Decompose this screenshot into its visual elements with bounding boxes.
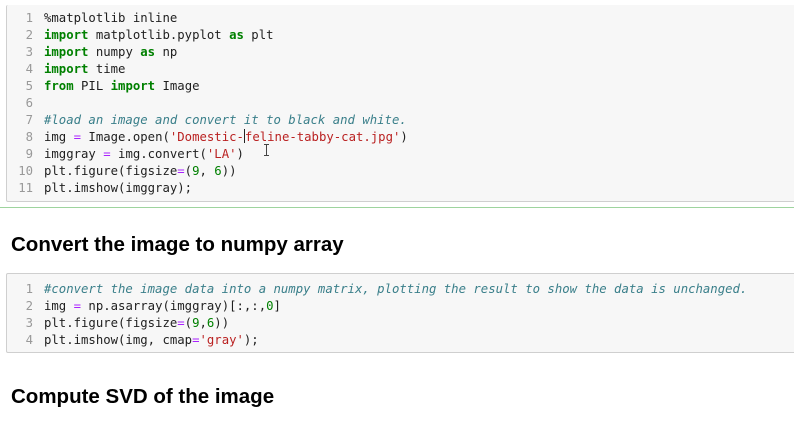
- code-token-str: 'gray': [199, 333, 244, 347]
- code-token-txt: numpy: [88, 45, 141, 59]
- code-token-kw: as: [229, 28, 244, 42]
- code-cell-numpy-array[interactable]: 1 #convert the image data into a numpy ma…: [6, 273, 794, 353]
- code-token-txt: ): [236, 147, 244, 161]
- code-token-kw: from: [44, 79, 74, 93]
- code-token-txt: plt.imshow(img, cmap: [44, 333, 193, 347]
- line-number: 10: [18, 164, 33, 178]
- code-token-txt: (: [184, 164, 193, 178]
- code-token-op: =: [177, 164, 185, 178]
- code-token-txt: ,: [199, 316, 207, 330]
- code-token-txt: time: [88, 62, 126, 76]
- code-token-txt: img.convert(: [110, 147, 207, 161]
- code-line[interactable]: 3 plt.figure(figsize=(9,6)): [7, 315, 230, 332]
- code-line[interactable]: 11 plt.imshow(imggray);: [7, 180, 192, 197]
- code-line[interactable]: 2 import matplotlib.pyplot as plt: [7, 27, 274, 44]
- code-cell-load-image[interactable]: 1 %matplotlib inline 2 import matplotlib.py…: [6, 5, 794, 202]
- line-number: 1: [25, 282, 33, 296]
- line-number: 8: [25, 130, 33, 144]
- code-line[interactable]: 1 #convert the image data into a numpy ma…: [7, 281, 748, 298]
- code-token-kw: import: [110, 79, 156, 93]
- code-token-kw: import: [44, 28, 89, 42]
- code-token-op: =: [73, 299, 82, 313]
- code-token-str: 'LA': [206, 147, 237, 161]
- text-cursor-ibeam-icon: [263, 144, 270, 156]
- line-number: 3: [25, 45, 33, 59]
- code-line[interactable]: 9 imggray = img.convert('LA'): [7, 146, 244, 163]
- code-token-txt: )): [214, 316, 230, 330]
- code-line[interactable]: 10 plt.figure(figsize=(9, 6)): [7, 163, 237, 180]
- code-token-txt: np: [155, 45, 178, 59]
- line-number: 9: [25, 147, 33, 161]
- code-token-txt: plt.figure(figsize: [44, 316, 178, 330]
- code-line[interactable]: 6: [7, 95, 44, 112]
- code-token-txt: plt: [243, 28, 274, 42]
- code-token-txt: np.asarray(imggray)[:,:,: [81, 299, 267, 313]
- code-line[interactable]: 4 import time: [7, 61, 126, 78]
- code-token-magic: %matplotlib inline: [44, 11, 178, 25]
- code-token-txt: img: [44, 299, 74, 313]
- markdown-heading-convert-to-numpy: Convert the image to numpy array: [11, 233, 344, 256]
- code-token-txt: )): [221, 164, 237, 178]
- selected-cell-divider: [0, 207, 794, 208]
- code-token-txt: plt.imshow(imggray);: [44, 181, 193, 195]
- code-token-op: =: [73, 130, 82, 144]
- code-token-txt: matplotlib.pyplot: [88, 28, 230, 42]
- code-token-op: =: [103, 147, 111, 161]
- line-number: 2: [25, 299, 33, 313]
- code-token-txt: ]: [273, 299, 281, 313]
- code-token-op: =: [177, 316, 185, 330]
- code-token-txt: Image.open(: [81, 130, 170, 144]
- code-token-kw: as: [140, 45, 156, 59]
- line-number: 6: [25, 96, 33, 110]
- code-token-txt: plt.figure(figsize: [44, 164, 178, 178]
- line-number: 5: [25, 79, 33, 93]
- code-token-str: feline-tabby-cat.jpg': [244, 130, 401, 144]
- line-number: 1: [25, 11, 33, 25]
- markdown-heading-compute-svd: Compute SVD of the image: [11, 385, 275, 408]
- code-token-com: #convert the image data into a numpy mat…: [44, 282, 748, 296]
- code-token-txt: );: [243, 333, 259, 347]
- code-token-kw: import: [44, 45, 89, 59]
- line-number: 7: [25, 113, 33, 127]
- line-number: 4: [25, 62, 33, 76]
- code-token-num: 6: [214, 164, 222, 178]
- code-token-com: #load an image and convert it to black a…: [44, 113, 407, 127]
- code-token-str: 'Domestic-: [169, 130, 244, 144]
- code-line[interactable]: 2 img = np.asarray(imggray)[:,:,0]: [7, 298, 281, 315]
- code-line[interactable]: 4 plt.imshow(img, cmap='gray');: [7, 332, 259, 349]
- line-number: 3: [25, 316, 33, 330]
- code-line[interactable]: 1 %matplotlib inline: [7, 10, 178, 27]
- line-number: 11: [18, 181, 33, 195]
- code-token-txt: img: [44, 130, 74, 144]
- code-token-txt: (: [184, 316, 193, 330]
- code-token-txt: PIL: [73, 79, 111, 93]
- code-token-txt: ,: [199, 164, 215, 178]
- code-line[interactable]: 8 img = Image.open('Domestic-feline-tabby…: [7, 129, 408, 146]
- code-token-kw: import: [44, 62, 89, 76]
- code-line[interactable]: 3 import numpy as np: [7, 44, 178, 61]
- line-number: 4: [25, 333, 33, 347]
- code-token-txt: Image: [155, 79, 200, 93]
- code-line[interactable]: 7 #load an image and convert it to black …: [7, 112, 407, 129]
- line-number: 2: [25, 28, 33, 42]
- code-token-num: 0: [266, 299, 274, 313]
- code-token-txt: ): [400, 130, 408, 144]
- code-line[interactable]: 5 from PIL import Image: [7, 78, 200, 95]
- code-token-txt: imggray: [44, 147, 104, 161]
